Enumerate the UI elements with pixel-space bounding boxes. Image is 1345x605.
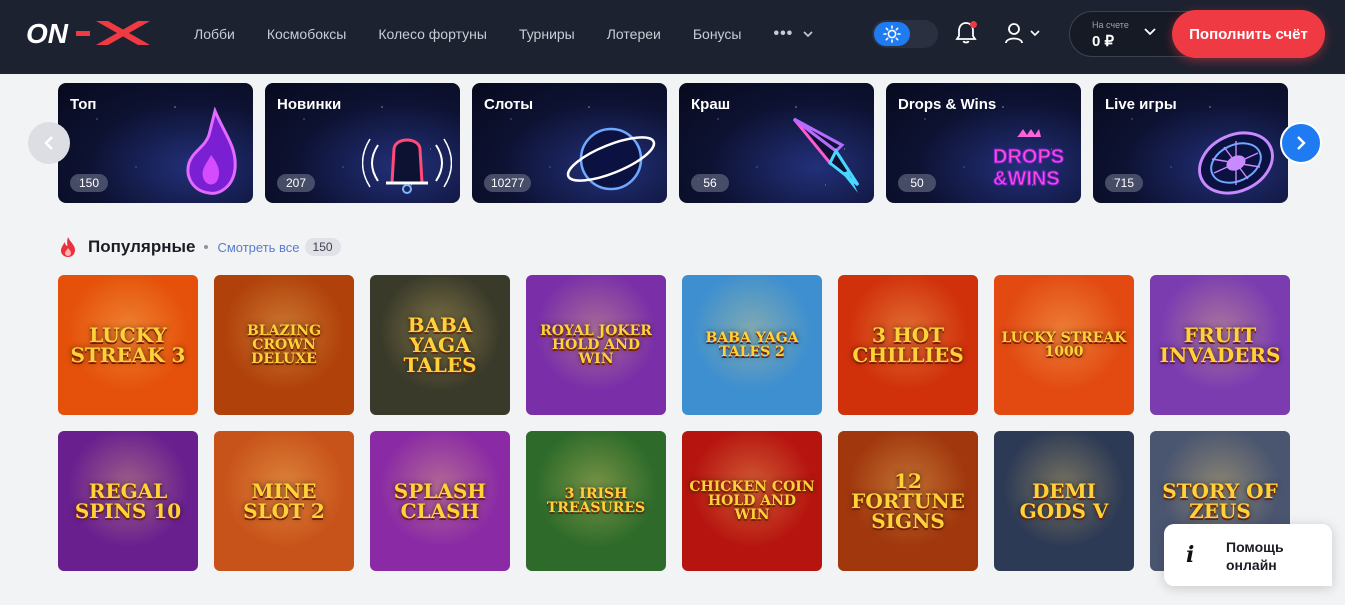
game-tile[interactable]: Chicken Coin Hold and Win <box>682 431 822 571</box>
carousel-prev-button[interactable] <box>28 122 70 164</box>
game-title: Regal Spins 10 <box>74 479 182 523</box>
balance-value: 0 ₽ <box>1092 33 1115 50</box>
theme-toggle-knob <box>874 22 910 46</box>
help-label: Помощь онлайн <box>1226 539 1284 573</box>
notification-bell-icon[interactable] <box>954 20 978 46</box>
game-tile[interactable]: Lucky Streak 3 <box>58 275 198 415</box>
chevron-down-icon <box>1144 28 1156 36</box>
nav-lobby[interactable]: Лобби <box>194 26 235 42</box>
roulette-icon <box>1198 131 1274 195</box>
chevron-down-icon <box>1030 30 1040 36</box>
category-title: Drops & Wins <box>898 96 997 113</box>
game-tile[interactable]: Blazing Crown deluxe <box>214 275 354 415</box>
game-title: Fruit Invaders <box>1159 323 1281 367</box>
game-title: Splash Clash <box>393 479 487 523</box>
game-title: Baba Yaga Tales <box>403 313 477 377</box>
category-title: Краш <box>691 96 731 113</box>
category-drops-wins[interactable]: Drops & Wins 50 DROPS &WINS <box>886 83 1081 203</box>
category-count: 207 <box>277 174 315 192</box>
game-title: Baba Yaga Tales 2 <box>705 330 799 360</box>
separator-dot <box>204 245 209 249</box>
nav-lotteries[interactable]: Лотереи <box>607 26 661 42</box>
game-title: 12 Fortune Signs <box>851 469 965 533</box>
carousel-next-button[interactable] <box>1280 122 1322 164</box>
chevron-down-icon <box>803 31 813 37</box>
top-header: ON Лобби Космобоксы Колесо фортуны Турни… <box>0 0 1345 74</box>
nav-fortune-wheel[interactable]: Колесо фортуны <box>378 26 487 42</box>
game-title: Royal Joker Hold and Win <box>540 323 652 367</box>
game-tile[interactable]: 12 Fortune Signs <box>838 431 978 571</box>
nav-bonuses[interactable]: Бонусы <box>693 26 742 42</box>
game-title: Blazing Crown deluxe <box>246 323 322 367</box>
svg-text:ON: ON <box>26 18 69 48</box>
drops-wins-logo: DROPS &WINS <box>993 129 1065 191</box>
user-menu[interactable] <box>1004 20 1046 46</box>
online-help-widget[interactable]: i Помощь онлайн <box>1164 524 1332 586</box>
game-title: Lucky Streak 1000 <box>1001 330 1127 360</box>
flame-icon <box>186 107 237 195</box>
svg-text:&WINS: &WINS <box>993 168 1060 190</box>
user-icon <box>1005 23 1023 44</box>
bell-icon <box>362 138 452 194</box>
category-top[interactable]: Топ 150 <box>58 83 253 203</box>
sun-icon <box>883 25 901 43</box>
category-live-games[interactable]: Live игры 715 <box>1093 83 1288 203</box>
category-title: Слоты <box>484 96 534 113</box>
more-dots-icon: ••• <box>773 25 794 42</box>
game-title: Story of Zeus <box>1162 479 1278 523</box>
game-tile[interactable]: Lucky Streak 1000 <box>994 275 1134 415</box>
category-new[interactable]: Новинки 207 <box>265 83 460 203</box>
category-count: 10277 <box>484 174 532 192</box>
game-title: Demi Gods V <box>1019 479 1109 523</box>
section-title: Популярные <box>88 237 196 256</box>
popular-section-header: Популярные Смотреть все 150 <box>58 235 341 259</box>
category-title: Новинки <box>277 96 342 113</box>
chevron-right-icon <box>1297 136 1306 150</box>
game-tile[interactable]: Baba Yaga Tales <box>370 275 510 415</box>
planet-icon <box>566 127 656 191</box>
category-crash[interactable]: Краш 56 <box>679 83 874 203</box>
game-tile[interactable]: Splash Clash <box>370 431 510 571</box>
game-title: Mine Slot 2 <box>243 479 325 523</box>
category-count: 50 <box>898 174 936 192</box>
game-tile[interactable]: Baba Yaga Tales 2 <box>682 275 822 415</box>
section-count-badge: 150 <box>304 238 341 256</box>
game-tile[interactable]: 3 Hot Chillies <box>838 275 978 415</box>
chevron-left-icon <box>44 136 53 150</box>
game-tile[interactable]: Regal Spins 10 <box>58 431 198 571</box>
game-title: Chicken Coin Hold and Win <box>689 479 815 523</box>
nav-tournaments[interactable]: Турниры <box>519 26 575 42</box>
category-count: 56 <box>691 174 729 192</box>
game-title: Lucky Streak 3 <box>70 323 186 367</box>
balance-label: На счете <box>1092 20 1129 30</box>
fire-icon <box>61 237 75 257</box>
category-title: Live игры <box>1105 96 1177 113</box>
see-all-link[interactable]: Смотреть все <box>217 240 299 255</box>
rocket-icon <box>792 117 860 193</box>
game-title: 3 Hot Chillies <box>852 323 964 367</box>
game-tile[interactable]: Demi Gods V <box>994 431 1134 571</box>
theme-toggle[interactable] <box>872 20 938 48</box>
category-slots[interactable]: Слоты 10277 <box>472 83 667 203</box>
svg-text:DROPS: DROPS <box>993 146 1064 168</box>
game-tile[interactable]: Royal Joker Hold and Win <box>526 275 666 415</box>
game-title: 3 Irish Treasures <box>546 486 646 516</box>
game-tile[interactable]: Fruit Invaders <box>1150 275 1290 415</box>
deposit-button[interactable]: Пополнить счёт <box>1172 10 1325 58</box>
main-nav: Лобби Космобоксы Колесо фортуны Турниры … <box>178 0 813 68</box>
info-icon: i <box>1186 542 1195 568</box>
onx-logo[interactable]: ON <box>26 18 150 48</box>
game-tile[interactable]: Mine Slot 2 <box>214 431 354 571</box>
game-tile[interactable]: 3 Irish Treasures <box>526 431 666 571</box>
category-count: 715 <box>1105 174 1143 192</box>
nav-cosmoboxes[interactable]: Космобоксы <box>267 26 347 42</box>
category-title: Топ <box>70 96 97 113</box>
category-carousel: Топ 150 Новинки 207 Слоты 10277 Краш 56 … <box>58 83 1288 203</box>
nav-more-button[interactable]: ••• <box>773 25 813 43</box>
category-count: 150 <box>70 174 108 192</box>
